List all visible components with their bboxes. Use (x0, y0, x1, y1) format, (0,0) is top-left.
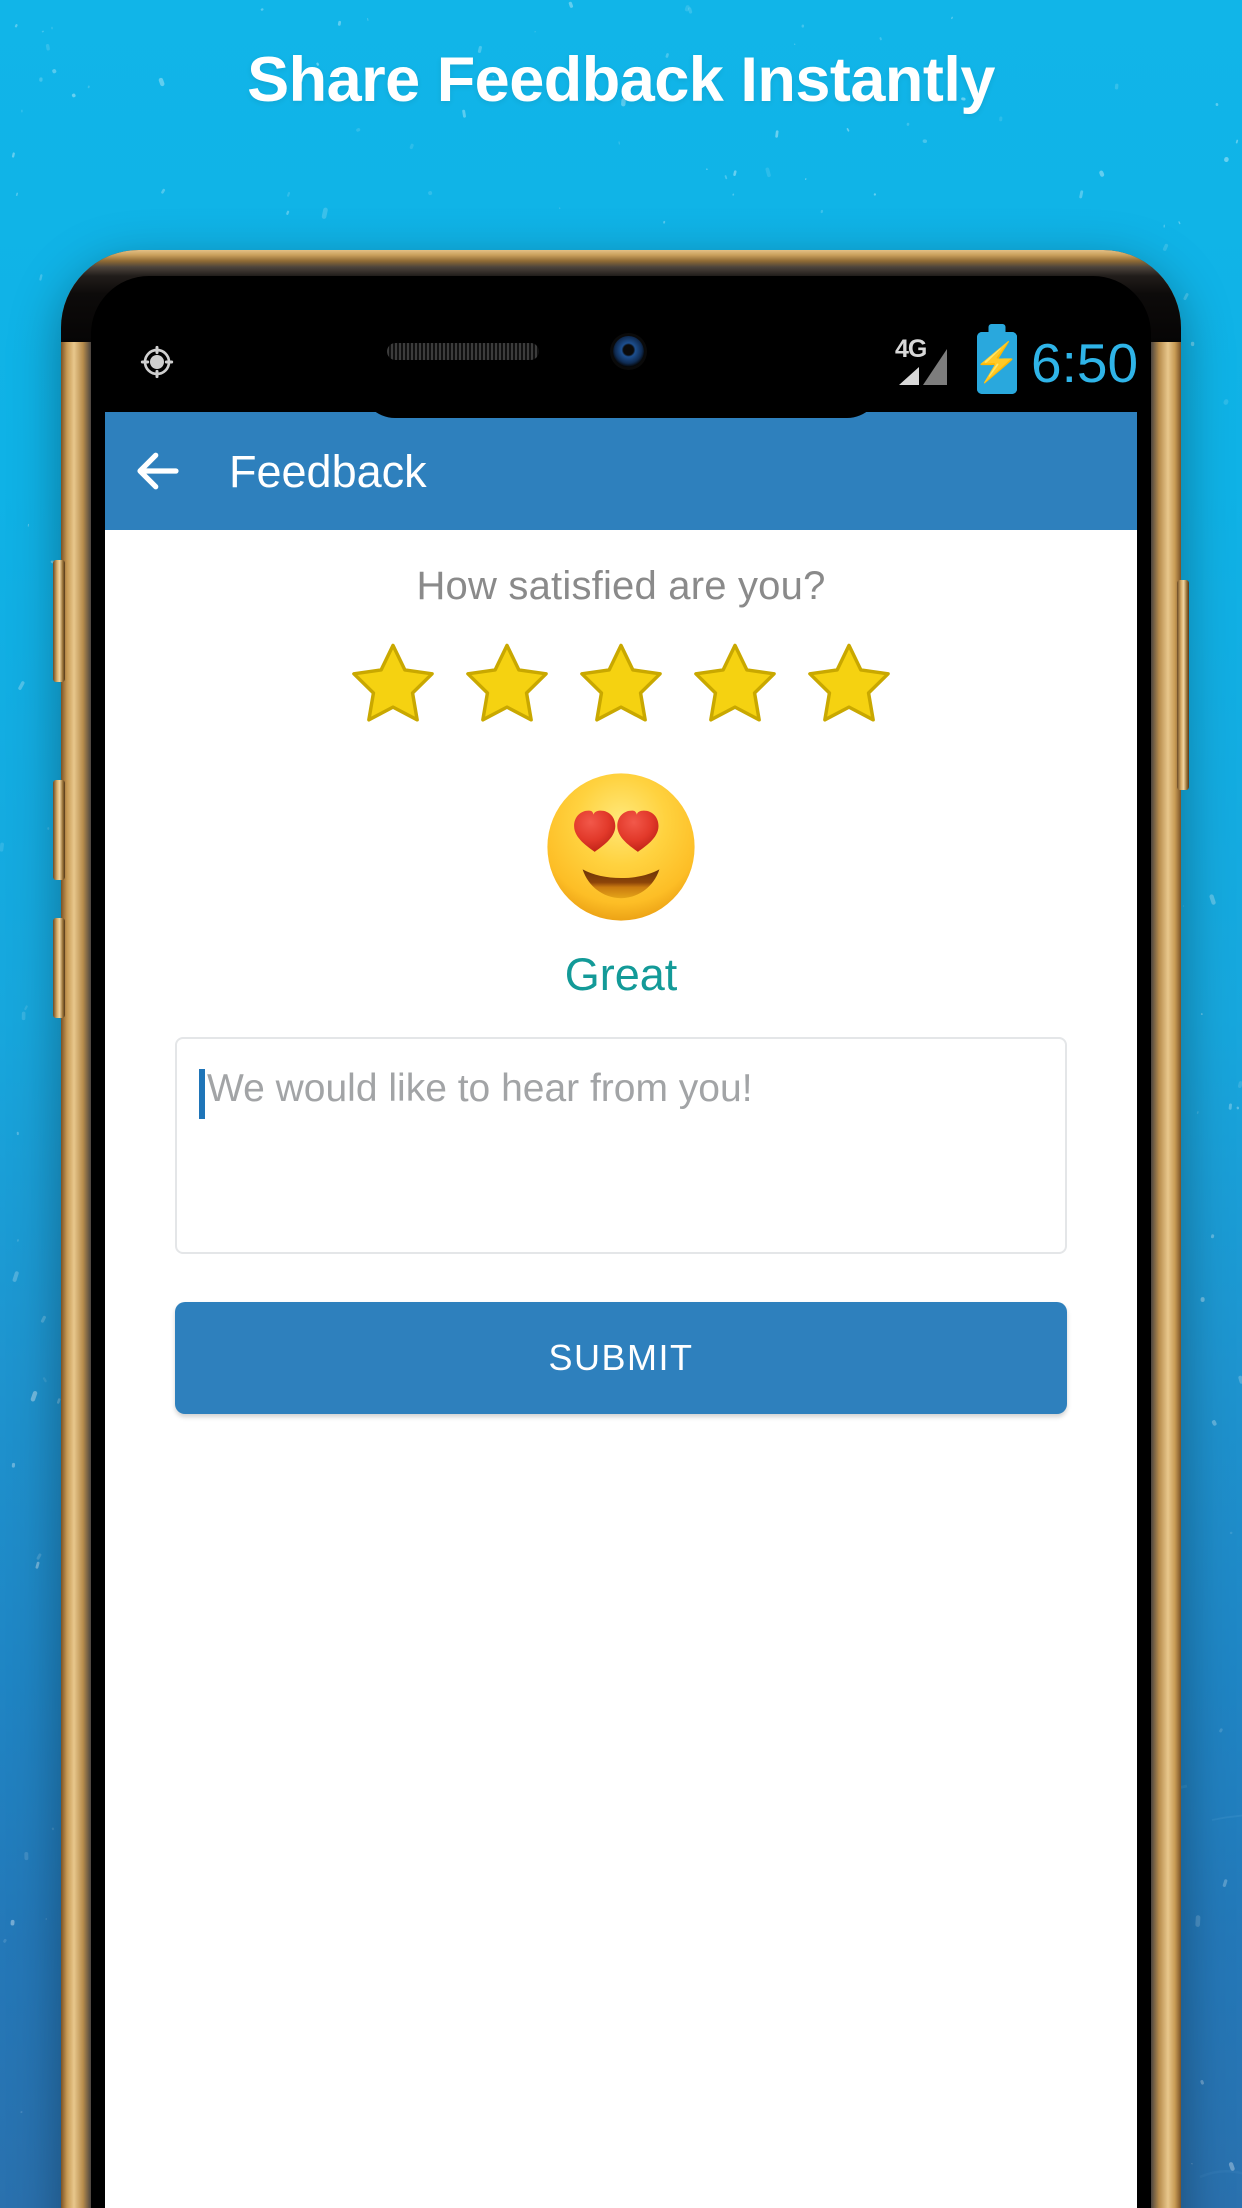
satisfaction-question: How satisfied are you? (416, 564, 826, 608)
battery-charging-icon: ⚡ (973, 332, 1021, 394)
feedback-input-placeholder: We would like to hear from you! (207, 1067, 753, 1110)
earpiece-speaker-icon (387, 343, 539, 360)
phone-button-volume-down[interactable] (53, 918, 65, 1018)
gps-location-icon (140, 345, 174, 379)
mood-label: Great (564, 949, 678, 1000)
star-icon-1[interactable] (347, 637, 439, 729)
star-rating[interactable] (105, 637, 1137, 729)
signal-bars-icon: 4G (893, 335, 963, 389)
phone-button-volume-up[interactable] (53, 780, 65, 880)
phone-mockup: 4G ⚡ 6:50 Feedback How satisfied are you… (53, 250, 1189, 2208)
phone-screen: 4G ⚡ 6:50 Feedback How satisfied are you… (105, 290, 1137, 2208)
mood-emoji-wrap (105, 767, 1137, 927)
phone-button-left-top[interactable] (53, 560, 65, 682)
status-bar-right-group: 4G ⚡ 6:50 (893, 332, 1137, 394)
status-bar-clock: 6:50 (1031, 337, 1137, 389)
heart-eyes-emoji (547, 773, 695, 921)
page-title: Share Feedback Instantly (247, 45, 995, 115)
feedback-screen-body: How satisfied are you? Great We would li… (105, 530, 1137, 2208)
promo-screenshot: Share Feedback Instantly 4G ⚡ 6:50 Feedb… (0, 0, 1242, 2208)
back-arrow-icon[interactable] (131, 444, 185, 498)
text-cursor (199, 1069, 205, 1119)
star-icon-4[interactable] (689, 637, 781, 729)
status-bar: 4G ⚡ 6:50 (105, 290, 1137, 418)
feedback-input[interactable]: We would like to hear from you! (175, 1037, 1067, 1254)
phone-button-power[interactable] (1177, 580, 1189, 790)
charging-bolt-icon: ⚡ (973, 342, 1021, 384)
phone-bezel: 4G ⚡ 6:50 Feedback How satisfied are you… (91, 276, 1151, 2208)
star-icon-3[interactable] (575, 637, 667, 729)
app-bar: Feedback (105, 412, 1137, 530)
front-camera-icon (613, 336, 644, 367)
star-icon-5[interactable] (803, 637, 895, 729)
app-bar-title: Feedback (229, 445, 427, 497)
star-icon-2[interactable] (461, 637, 553, 729)
submit-button[interactable]: SUBMIT (175, 1302, 1067, 1414)
